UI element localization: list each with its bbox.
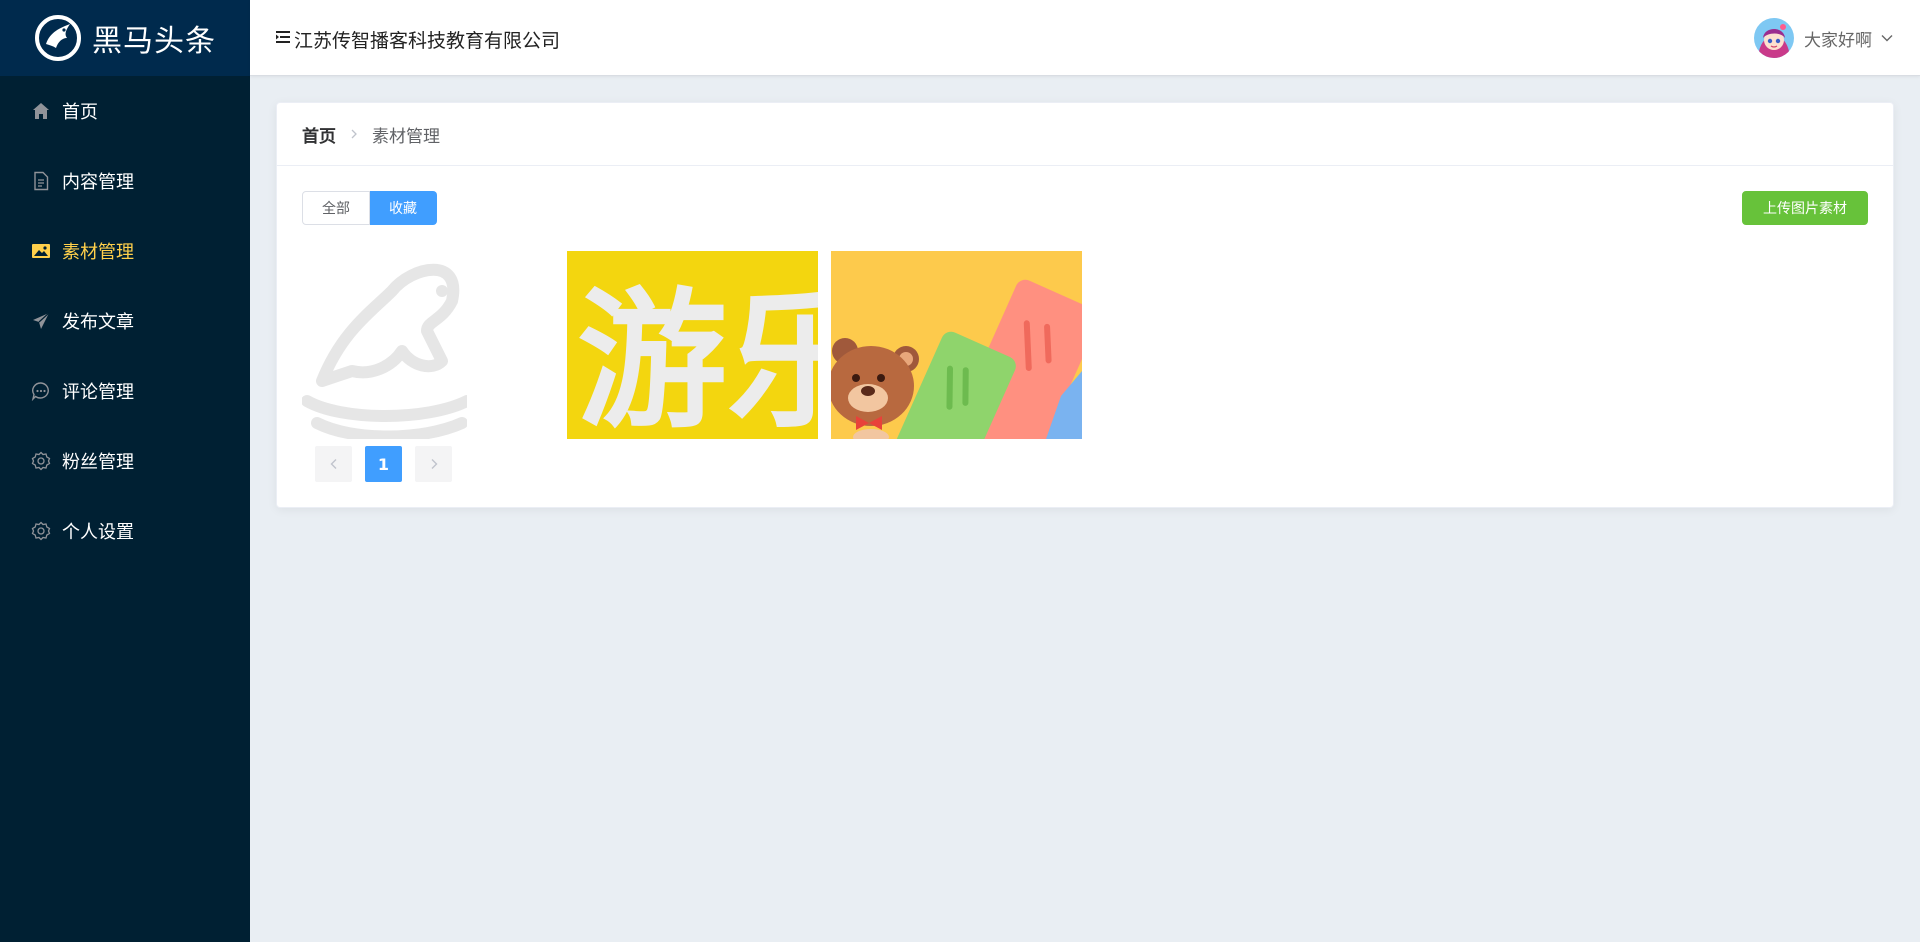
- logo[interactable]: 黑马头条: [0, 0, 250, 76]
- chevron-down-icon: [1881, 35, 1893, 42]
- sidebar-menu: 首页 内容管理 素材管理 发布文章 评论管理 粉丝管理 个人设置: [0, 76, 250, 566]
- picture-icon: [30, 240, 52, 262]
- filter-all-button[interactable]: 全部: [302, 191, 370, 225]
- sidebar-item-publish[interactable]: 发布文章: [0, 286, 250, 356]
- logo-text: 黑马头条: [92, 24, 216, 59]
- sidebar-item-comments[interactable]: 评论管理: [0, 356, 250, 426]
- sidebar-item-label: 粉丝管理: [62, 452, 134, 473]
- image-placeholder[interactable]: [302, 251, 467, 439]
- chevron-left-icon: [330, 459, 336, 469]
- menu-fold-icon[interactable]: [276, 29, 292, 45]
- filter-radio-group: 全部 收藏: [302, 191, 437, 225]
- horse-logo-icon: [35, 15, 81, 61]
- image-bear-cards[interactable]: [831, 251, 1082, 439]
- sidebar-item-label: 评论管理: [62, 382, 134, 403]
- pagination: 1: [315, 446, 465, 482]
- next-page-button[interactable]: [415, 446, 452, 482]
- breadcrumb-current: 素材管理: [372, 126, 440, 147]
- chevron-right-icon: [431, 459, 437, 469]
- chevron-right-icon: [351, 129, 357, 139]
- materials-card: 首页 素材管理 全部 收藏 上传图片素材 游乐 1: [276, 102, 1894, 508]
- sidebar: 黑马头条 首页 内容管理 素材管理 发布文章 评论管理 粉丝管理 个人设置: [0, 0, 250, 942]
- sidebar-item-label: 发布文章: [62, 312, 134, 333]
- chat-icon: [30, 380, 52, 402]
- breadcrumb: 首页 素材管理: [277, 103, 1893, 166]
- gear-icon: [30, 520, 52, 542]
- sidebar-item-home[interactable]: 首页: [0, 76, 250, 146]
- sidebar-item-label: 素材管理: [62, 242, 134, 263]
- sidebar-item-settings[interactable]: 个人设置: [0, 496, 250, 566]
- sidebar-item-label: 个人设置: [62, 522, 134, 543]
- breadcrumb-home[interactable]: 首页: [302, 122, 336, 147]
- image-yellow-banner[interactable]: 游乐: [567, 251, 818, 439]
- user-dropdown[interactable]: 大家好啊: [1754, 18, 1894, 58]
- sidebar-item-label: 首页: [62, 102, 98, 123]
- company-name: 江苏传智播客科技教育有限公司: [294, 30, 561, 52]
- avatar: [1754, 18, 1794, 58]
- banner-text: 游乐: [577, 275, 818, 439]
- home-icon: [30, 100, 52, 122]
- sidebar-item-content[interactable]: 内容管理: [0, 146, 250, 216]
- page-number-1[interactable]: 1: [365, 446, 402, 482]
- send-icon: [30, 310, 52, 332]
- sidebar-item-label: 内容管理: [62, 172, 134, 193]
- username: 大家好啊: [1804, 30, 1872, 51]
- document-icon: [30, 170, 52, 192]
- upload-image-button[interactable]: 上传图片素材: [1742, 191, 1868, 225]
- prev-page-button[interactable]: [315, 446, 352, 482]
- sidebar-item-materials[interactable]: 素材管理: [0, 216, 250, 286]
- gear-icon: [30, 450, 52, 472]
- sidebar-item-fans[interactable]: 粉丝管理: [0, 426, 250, 496]
- top-header: 江苏传智播客科技教育有限公司 大家好啊: [250, 0, 1920, 76]
- filter-collect-button[interactable]: 收藏: [370, 191, 437, 225]
